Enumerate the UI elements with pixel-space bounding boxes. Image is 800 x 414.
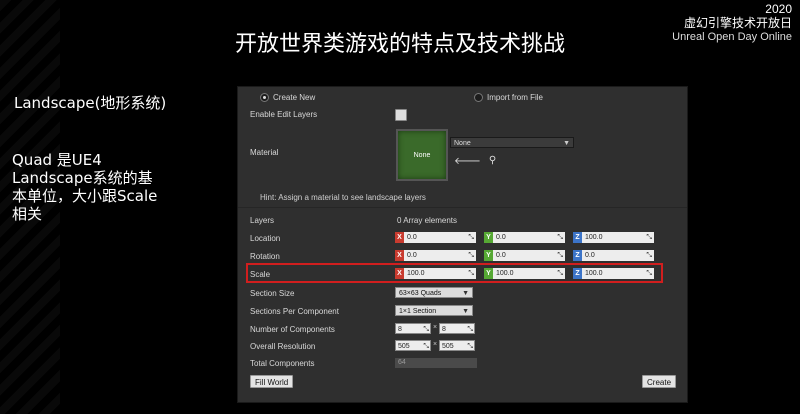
enable-edit-layers-label: Enable Edit Layers xyxy=(250,110,318,119)
radio-icon[interactable] xyxy=(474,92,483,102)
chevron-down-icon: ▼ xyxy=(462,290,469,297)
location-vector: X 0.0 ⤡ Y 0.0 ⤡ Z 100.0 ⤡ xyxy=(395,232,654,243)
rotation-vector: X 0.0 ⤡ Y 0.0 ⤡ Z 0.0 ⤡ xyxy=(395,250,654,261)
spin-arrows-icon: ⤡ xyxy=(557,252,563,259)
axis-z-icon: Z xyxy=(573,250,582,261)
create-new-option[interactable]: Create New xyxy=(260,91,315,103)
desc-line: Landscape系统的基 xyxy=(12,169,153,187)
chevron-down-icon: ▼ xyxy=(462,308,469,315)
spin-arrows-icon: ⤡ xyxy=(468,252,474,259)
scale-highlight-box xyxy=(246,263,663,283)
import-from-file-option[interactable]: Import from File xyxy=(474,91,543,103)
num-components-x-field[interactable]: 8 ⤡ xyxy=(395,323,431,334)
rotation-z-field[interactable]: 0.0 ⤡ xyxy=(582,250,654,261)
location-x-field[interactable]: 0.0 ⤡ xyxy=(404,232,476,243)
axis-z-icon: Z xyxy=(573,232,582,243)
layers-value: 0 Array elements xyxy=(397,216,458,225)
times-separator: × xyxy=(433,341,438,348)
divider xyxy=(238,207,687,208)
radio-selected-icon[interactable] xyxy=(260,92,269,102)
create-new-label: Create New xyxy=(273,92,316,102)
number-of-components-label: Number of Components xyxy=(250,325,335,334)
location-label: Location xyxy=(250,234,281,243)
import-from-file-label: Import from File xyxy=(487,92,544,102)
desc-line: Quad 是UE4 xyxy=(12,151,102,169)
rotation-label: Rotation xyxy=(250,252,280,261)
rotation-x-field[interactable]: 0.0 ⤡ xyxy=(404,250,476,261)
arrow-left-icon[interactable]: 🡐 xyxy=(454,155,481,167)
material-dropdown[interactable]: None ▼ xyxy=(450,137,574,148)
spin-arrows-icon: ⤡ xyxy=(557,234,563,241)
spin-arrows-icon: ⤡ xyxy=(646,252,652,259)
hint-text: Hint: Assign a material to see landscape… xyxy=(260,193,426,202)
axis-x-icon: X xyxy=(395,232,404,243)
event-name-en: Unreal Open Day Online xyxy=(672,31,792,43)
sections-per-component-dropdown[interactable]: 1×1 Section ▼ xyxy=(395,305,473,316)
spin-arrows-icon: ⤡ xyxy=(467,326,473,333)
left-title: Landscape(地形系统) xyxy=(14,94,167,112)
create-button[interactable]: Create xyxy=(642,375,677,388)
left-description: Quad 是UE4 Landscape系统的基 本单位，大小跟Scale 相关 xyxy=(12,151,192,223)
material-thumb-text: None xyxy=(413,151,431,159)
layers-label: Layers xyxy=(250,216,275,225)
axis-y-icon: Y xyxy=(484,250,493,261)
overall-resolution-x-field[interactable]: 505 ⤡ xyxy=(395,340,431,351)
chevron-down-icon: ▼ xyxy=(563,140,570,147)
times-separator: × xyxy=(433,324,438,331)
overall-resolution-y-field[interactable]: 505 ⤡ xyxy=(439,340,475,351)
material-thumbnail[interactable]: None xyxy=(396,129,448,181)
rotation-y-field[interactable]: 0.0 ⤡ xyxy=(493,250,565,261)
location-y-field[interactable]: 0.0 ⤡ xyxy=(493,232,565,243)
desc-line: 本单位，大小跟Scale xyxy=(12,187,158,205)
section-size-label: Section Size xyxy=(250,289,295,298)
spin-arrows-icon: ⤡ xyxy=(423,343,429,350)
spin-arrows-icon: ⤡ xyxy=(423,326,429,333)
sections-per-component-label: Sections Per Component xyxy=(250,307,339,316)
total-components-label: Total Components xyxy=(250,359,315,368)
spin-arrows-icon: ⤡ xyxy=(467,343,473,350)
material-actions: 🡐 ⚲ xyxy=(454,155,496,167)
spin-arrows-icon: ⤡ xyxy=(468,234,474,241)
location-z-field[interactable]: 100.0 ⤡ xyxy=(582,232,654,243)
material-dropdown-value: None xyxy=(454,140,471,147)
search-icon[interactable]: ⚲ xyxy=(489,155,496,167)
num-components-y-field[interactable]: 8 ⤡ xyxy=(439,323,475,334)
event-name-cn: 虚幻引擎技术开放日 xyxy=(683,16,792,30)
material-label: Material xyxy=(250,148,279,157)
event-branding: 2020 虚幻引擎技术开放日 Unreal Open Day Online xyxy=(672,2,792,44)
desc-line: 相关 xyxy=(12,205,43,223)
spin-arrows-icon: ⤡ xyxy=(646,234,652,241)
total-components-value: 64 xyxy=(395,358,477,368)
enable-edit-layers-checkbox[interactable] xyxy=(395,109,407,121)
landscape-panel: Create New Import from File Enable Edit … xyxy=(237,86,688,403)
fill-world-button[interactable]: Fill World xyxy=(250,375,294,388)
axis-y-icon: Y xyxy=(484,232,493,243)
axis-x-icon: X xyxy=(395,250,404,261)
event-year: 2020 xyxy=(765,2,792,16)
overall-resolution-label: Overall Resolution xyxy=(250,342,316,351)
section-size-dropdown[interactable]: 63×63 Quads ▼ xyxy=(395,287,473,298)
